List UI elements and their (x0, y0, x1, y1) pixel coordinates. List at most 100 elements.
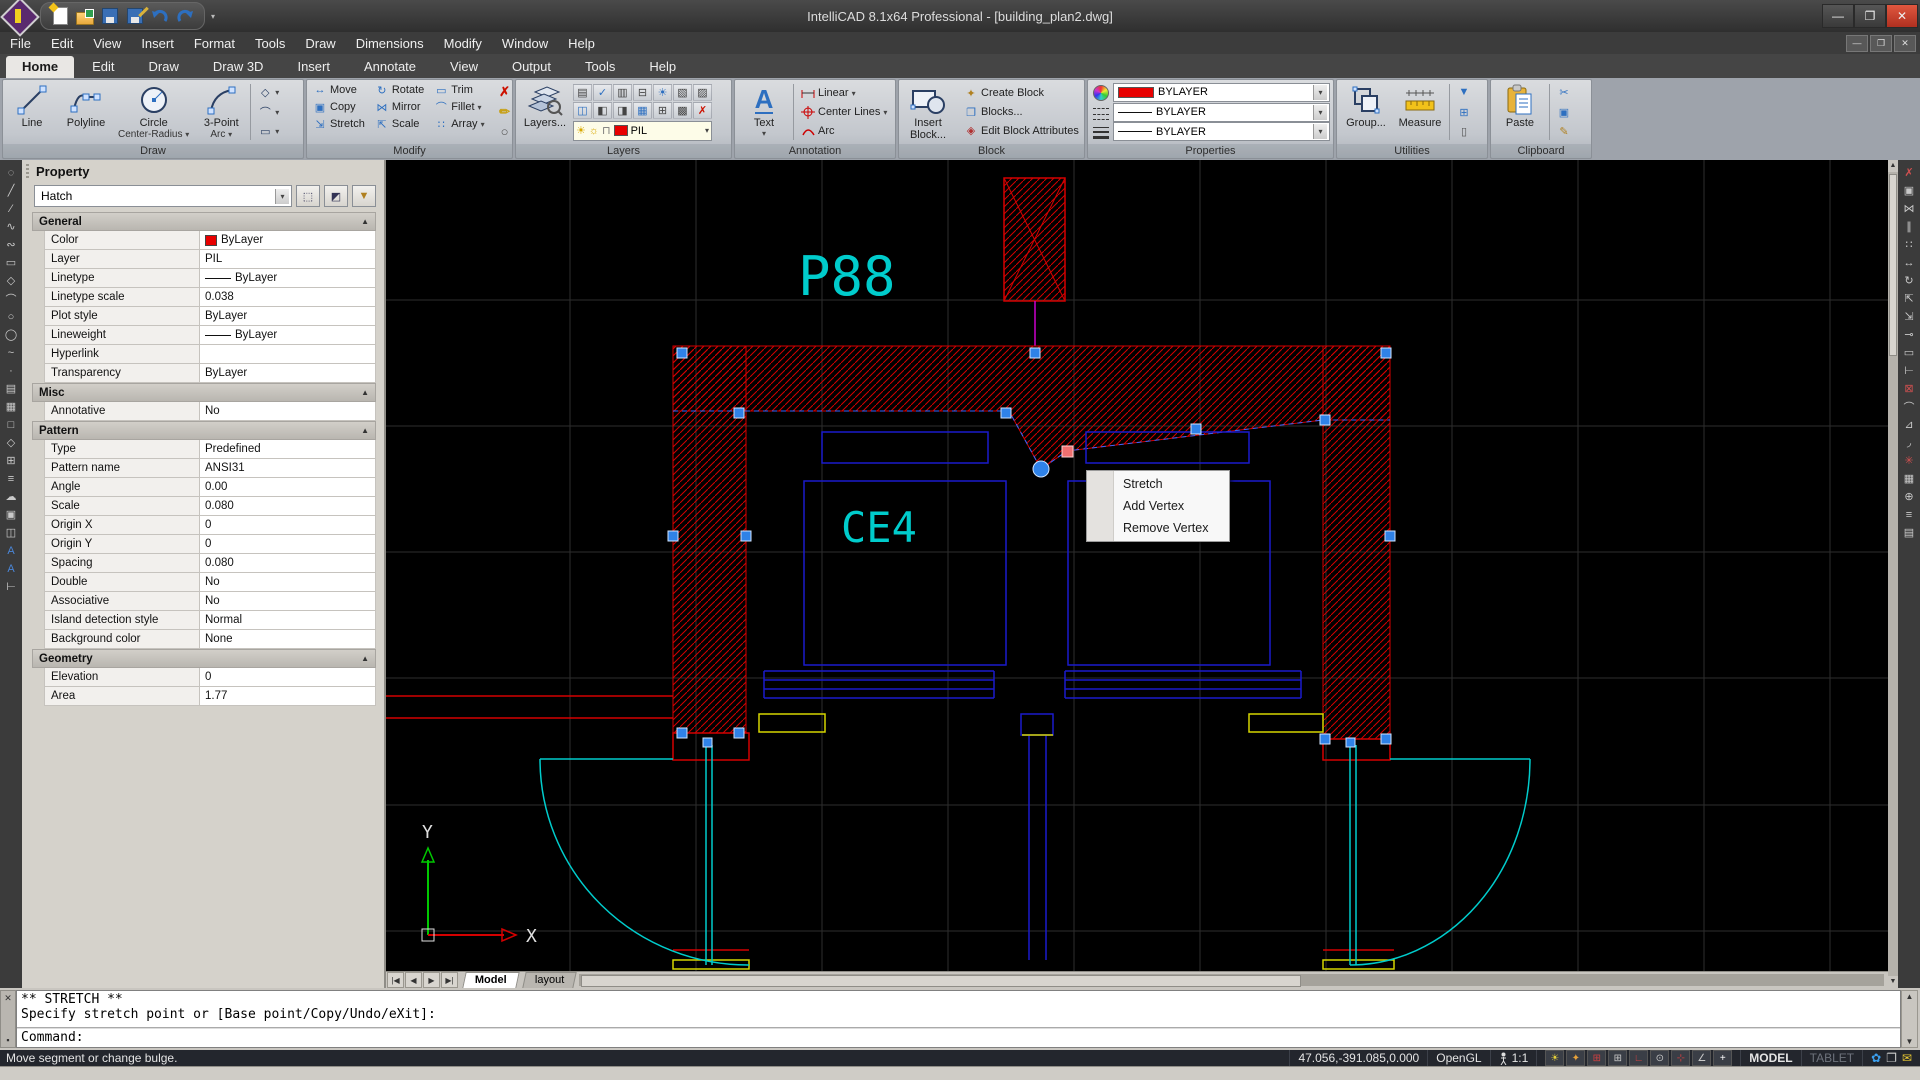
attach-icon[interactable]: ◫ (2, 524, 20, 541)
layer-previous-icon[interactable]: ▥ (613, 84, 632, 101)
match-properties-icon[interactable]: ✎ (1554, 123, 1574, 140)
filter-entities-icon[interactable]: ▼ (352, 185, 376, 207)
property-value[interactable]: ANSI31 (200, 459, 376, 477)
trim-icon[interactable]: ▭ (1900, 344, 1918, 361)
ellipse-icon[interactable]: ◯ (2, 326, 20, 343)
mirror-button[interactable]: ⋈Mirror (372, 99, 427, 116)
circle-icon[interactable]: ○ (2, 308, 20, 325)
drawing-canvas[interactable]: P88 CE4 Y X (386, 160, 1888, 971)
command-pin-icon[interactable]: ▪ (6, 1035, 9, 1045)
color-combo[interactable]: BYLAYER▾ (1113, 83, 1330, 102)
property-value[interactable]: None (200, 630, 376, 648)
quick-select-icon[interactable]: ◩ (324, 185, 348, 207)
tab-layout[interactable]: layout (522, 972, 577, 988)
layer-hide-icon[interactable]: ◨ (613, 102, 632, 119)
redo-icon[interactable] (174, 6, 196, 26)
doc-close-button[interactable]: ✕ (1894, 35, 1916, 52)
property-value[interactable]: 0.038 (200, 288, 376, 306)
join-icon[interactable]: ⌒ (1900, 398, 1918, 415)
property-value[interactable]: 0 (200, 668, 376, 686)
otrack-icon[interactable]: ∠ (1692, 1050, 1711, 1066)
line-icon[interactable]: ╱ (2, 182, 20, 199)
menu-modify[interactable]: Modify (434, 33, 492, 54)
scale-button[interactable]: ⇱Scale (372, 116, 427, 133)
freehand-icon[interactable]: ∾ (2, 236, 20, 253)
wipeout-icon[interactable]: ≡ (2, 470, 20, 487)
save-icon[interactable] (99, 6, 121, 26)
copy-clip-icon[interactable]: ▣ (1554, 104, 1574, 121)
layer-lock-icon[interactable]: ⊟ (633, 84, 652, 101)
context-menu-item-stretch[interactable]: Stretch (1087, 473, 1229, 495)
extend-icon[interactable]: ⊢ (1900, 362, 1918, 379)
paste-button[interactable]: Paste (1494, 82, 1546, 143)
doc-restore-button[interactable]: ❐ (1870, 35, 1892, 52)
property-value[interactable]: ByLayer (200, 231, 376, 249)
property-value[interactable]: 1.77 (200, 687, 376, 705)
layer-set-current-icon[interactable]: ✓ (593, 84, 612, 101)
arc-dimension-button[interactable]: Arc (798, 122, 890, 139)
layer-thaw-icon[interactable]: ▨ (693, 84, 712, 101)
property-value[interactable]: 0.080 (200, 497, 376, 515)
select-icon[interactable]: ◌ (2, 164, 20, 181)
rectangle-icon[interactable]: ▭ (2, 254, 20, 271)
context-menu-item-add-vertex[interactable]: Add Vertex (1087, 495, 1229, 517)
vertex-grip-dot[interactable] (1033, 461, 1049, 477)
group-button[interactable]: Group... (1340, 82, 1392, 143)
entity-type-combo[interactable]: Hatch▾ (34, 185, 292, 207)
text-icon[interactable]: A (2, 560, 20, 577)
property-value[interactable]: No (200, 592, 376, 610)
property-value[interactable]: 0 (200, 535, 376, 553)
ribbon-tab-home[interactable]: Home (6, 56, 74, 78)
insert-block-icon[interactable]: ▣ (2, 506, 20, 523)
lwt-icon[interactable]: ☀ (1545, 1050, 1564, 1066)
layer-combo[interactable]: ☀ ☼ ⊓ PIL ▾ (573, 121, 712, 141)
polar-icon[interactable]: ⊙ (1650, 1050, 1669, 1066)
ortho-icon[interactable]: ∟ (1629, 1050, 1648, 1066)
grid-icon[interactable]: ⊞ (1608, 1050, 1627, 1066)
ribbon-tab-output[interactable]: Output (496, 56, 567, 78)
point-icon[interactable]: · (2, 362, 20, 379)
linetype-combo[interactable]: BYLAYER▾ (1113, 103, 1330, 122)
offset-icon[interactable]: ∥ (1900, 218, 1918, 235)
line-button[interactable]: Line (6, 82, 58, 143)
layer-manager-icon[interactable]: ▤ (573, 84, 592, 101)
section-header-pattern[interactable]: Pattern▲ (32, 421, 376, 440)
tablet-toggle[interactable]: TABLET (1801, 1050, 1862, 1067)
center-lines-button[interactable]: Center Lines▾ (798, 104, 890, 121)
stretch-icon[interactable]: ⇲ (1900, 308, 1918, 325)
save-as-icon[interactable] (124, 6, 146, 26)
property-value[interactable]: 0.00 (200, 478, 376, 496)
vertical-scrollbar[interactable]: ▲▼ (1888, 160, 1898, 988)
property-value[interactable] (200, 345, 376, 363)
explode-icon[interactable]: ✳ (1900, 452, 1918, 469)
ribbon-tab-view[interactable]: View (434, 56, 494, 78)
chamfer-icon[interactable]: ⊿ (1900, 416, 1918, 433)
section-header-general[interactable]: General▲ (32, 212, 376, 231)
open-file-icon[interactable] (74, 6, 96, 26)
snap-icon[interactable]: ⊞ (1587, 1050, 1606, 1066)
scale-icon[interactable]: ⇱ (1900, 290, 1918, 307)
menu-insert[interactable]: Insert (131, 33, 184, 54)
layer-isolate-icon[interactable]: ◫ (573, 102, 592, 119)
menu-window[interactable]: Window (492, 33, 558, 54)
ribbon-tab-help[interactable]: Help (633, 56, 692, 78)
settings-gear-icon[interactable]: ✿ (1871, 1051, 1881, 1065)
close-button[interactable]: ✕ (1886, 4, 1918, 28)
cut-icon[interactable]: ✂ (1554, 84, 1574, 101)
rotate-button[interactable]: ↻Rotate (372, 82, 427, 99)
region-icon[interactable]: ◇ (2, 434, 20, 451)
filter-icon[interactable]: ▼ (1454, 84, 1474, 101)
ribbon-tab-annotate[interactable]: Annotate (348, 56, 432, 78)
edit-block-attributes-button[interactable]: ◈Edit Block Attributes (961, 122, 1082, 139)
next-tab-icon[interactable]: ▶ (423, 972, 440, 988)
boundary-icon[interactable]: □ (2, 416, 20, 433)
section-header-geometry[interactable]: Geometry▲ (32, 649, 376, 668)
rectangle-tool-icon[interactable]: ▭▾ (255, 123, 282, 140)
array-icon[interactable]: ∷ (1900, 236, 1918, 253)
layer-show-icon[interactable]: ▦ (633, 102, 652, 119)
property-value[interactable]: No (200, 573, 376, 591)
pick-add-icon[interactable]: ⬚ (296, 185, 320, 207)
first-tab-icon[interactable]: |◀ (387, 972, 404, 988)
mail-icon[interactable]: ✉ (1902, 1051, 1912, 1065)
crosshair-icon[interactable]: + (1713, 1050, 1732, 1066)
